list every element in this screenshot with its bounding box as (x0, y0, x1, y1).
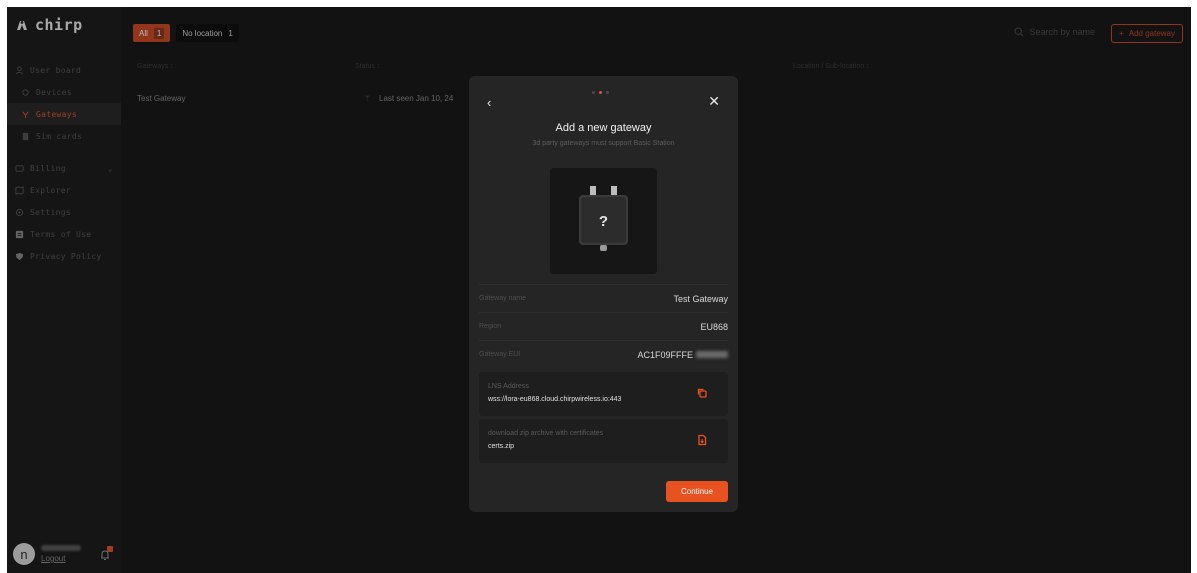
field-gateway-name: Gateway name Test Gateway (479, 284, 728, 312)
certificates-card: download zip archive with certificates c… (479, 419, 728, 463)
copy-icon[interactable] (696, 387, 708, 399)
unknown-gateway-icon: ? (579, 186, 628, 251)
certs-value: certs.zip (488, 443, 515, 450)
eui-value: AC1F09FFFE (637, 349, 693, 360)
gateway-details: Gateway name Test Gateway Region EU868 G… (479, 284, 728, 368)
field-value: Test Gateway (673, 293, 728, 304)
step-dot (606, 91, 609, 94)
redacted-eui-suffix (696, 351, 728, 358)
gateway-device-image: ? (550, 168, 657, 274)
add-gateway-modal: ‹ ✕ Add a new gateway 3d party gateways … (469, 76, 738, 512)
svg-text:?: ? (599, 213, 608, 230)
field-value: EU868 (700, 321, 728, 332)
modal-title: Add a new gateway (555, 122, 652, 134)
continue-button[interactable]: Continue (666, 481, 728, 502)
step-dot-active (599, 91, 602, 94)
step-indicator (592, 91, 609, 94)
app-window: chirp User board Devices Gateways Sim ca… (7, 7, 1191, 573)
certs-label: download zip archive with certificates (488, 430, 604, 437)
modal-subtitle: 3d party gateways must support Basic Sta… (532, 140, 675, 147)
lns-label: LNS Address (488, 383, 529, 390)
lns-value: wss://lora-eu868.cloud.chirpwireless.io:… (488, 396, 622, 403)
field-gateway-eui: Gateway EUI AC1F09FFFE (479, 340, 728, 368)
step-dot (592, 91, 595, 94)
close-icon[interactable]: ✕ (708, 93, 720, 110)
lns-address-card: LNS Address wss://lora-eu868.cloud.chirp… (479, 372, 728, 416)
field-label: Region (479, 323, 502, 330)
field-label: Gateway name (479, 295, 527, 302)
field-value-group: AC1F09FFFE (637, 350, 728, 360)
field-label: Gateway EUI (479, 351, 521, 358)
field-region: Region EU868 (479, 312, 728, 340)
download-file-icon[interactable] (696, 434, 708, 446)
back-arrow-icon[interactable]: ‹ (487, 95, 491, 110)
